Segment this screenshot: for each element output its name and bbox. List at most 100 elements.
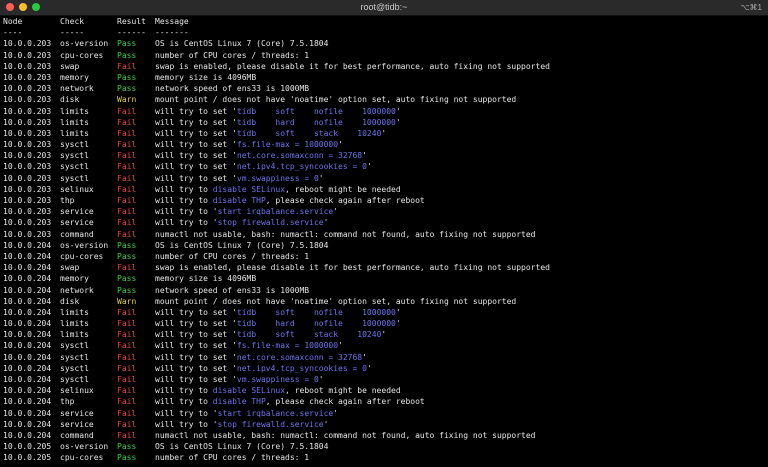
result-cell: Pass [117,274,137,284]
separator-message: ------- [155,28,189,38]
message-highlight: tidb soft stack 10240 [236,128,382,138]
tab-shortcut: ⌥⌘1 [740,3,762,12]
message-cell: memory size is 4096MB [155,273,768,284]
table-header: Node Check Result Message [3,16,768,27]
message-cell: OS is CentOS Linux 7 (Core) 7.5.1804 [155,38,768,49]
table-row: 10.0.0.204 swap Fail swap is enabled, pleas… [3,262,768,273]
separator-result: ------ [117,28,146,38]
result-cell: Fail [117,229,137,239]
message-cell: will try to set 'net.core.somaxconn = 32… [155,352,768,363]
check-cell: sysctl [60,341,89,351]
check-cell: memory [60,72,89,82]
table-row: 10.0.0.204 memory Pass memory size is 4096M… [3,273,768,284]
table-row: 10.0.0.204 command Fail numactl not usable,… [3,430,768,441]
result-cell: Pass [117,240,137,250]
node-cell: 10.0.0.203 [3,162,52,172]
message-text: mount point / does not have 'noatime' op… [155,95,517,105]
message-cell: will try to set 'fs.file-max = 1000000' [155,340,768,351]
message-text: swap is enabled, please disable it for b… [155,61,550,71]
table-row: 10.0.0.203 swap Fail swap is enabled, pleas… [3,61,768,72]
message-cell: numactl not usable, bash: numactl: comma… [155,430,768,441]
message-text: number of CPU cores / threads: 1 [155,453,310,463]
message-cell: will try to set 'net.ipv4.tcp_syncookies… [155,363,768,374]
table-separator: ---- ----- ------ ------- [3,27,768,38]
message-text: numactl not usable, bash: numactl: comma… [155,229,536,239]
node-cell: 10.0.0.203 [3,72,52,82]
header-result: Result [117,17,146,26]
check-cell: os-version [60,442,109,452]
node-cell: 10.0.0.203 [3,106,52,116]
check-cell: sysctl [60,162,89,172]
message-cell: will try to disable SELinux, reboot migh… [155,184,768,195]
terminal-window: root@tidb:~ ⌥⌘1 Node Check Result Messag… [0,0,768,467]
result-cell: Fail [117,61,137,71]
table-row: 10.0.0.204 sysctl Fail will try to set 'fs.… [3,340,768,351]
result-cell: Fail [117,330,137,340]
message-highlight: fs.file-max = 1000000 [236,140,339,150]
message-cell: will try to 'stop firewalld.service' [155,419,768,430]
table-row: 10.0.0.204 disk Warn mount point / does not… [3,296,768,307]
node-cell: 10.0.0.203 [3,61,52,71]
result-cell: Fail [117,307,137,317]
table-row: 10.0.0.204 network Pass network speed of en… [3,285,768,296]
message-highlight: vm.swappiness = 0 [236,173,319,183]
result-cell: Fail [117,128,137,138]
message-text: will try to set ' [155,173,237,183]
table-row: 10.0.0.204 limits Fail will try to set 'tid… [3,329,768,340]
message-cell: will try to 'start irqbalance.service' [155,206,768,217]
result-cell: Fail [117,397,137,407]
result-cell: Fail [117,341,137,351]
header-node: Node [3,17,23,26]
result-cell: Fail [117,419,137,429]
terminal-output[interactable]: Node Check Result Message ---- ----- ---… [3,16,768,467]
table-row: 10.0.0.204 sysctl Fail will try to set 'vm.… [3,374,768,385]
message-cell: mount point / does not have 'noatime' op… [155,94,768,105]
node-cell: 10.0.0.203 [3,229,52,239]
message-highlight: tidb soft nofile 1000000 [236,106,396,116]
result-cell: Warn [117,296,137,306]
window-title: root@tidb:~ [360,2,408,12]
message-text: number of CPU cores / threads: 1 [155,50,310,60]
result-cell: Fail [117,207,137,217]
table-row: 10.0.0.203 service Fail will try to 'start … [3,206,768,217]
message-text: ' [366,363,372,373]
message-text: will try to [155,196,213,205]
check-cell: disk [60,296,80,306]
node-cell: 10.0.0.203 [3,84,52,94]
message-text: will try to set ' [155,117,237,127]
result-cell: Fail [117,218,137,228]
message-cell: will try to set 'tidb soft stack 10240' [155,329,768,340]
message-text: ' [338,341,343,351]
node-cell: 10.0.0.204 [3,263,52,273]
result-cell: Pass [117,453,137,463]
message-text: ' [362,151,367,161]
table-row: 10.0.0.205 cpu-cores Pass number of CPU cor… [3,452,768,463]
message-text: will try to [155,397,213,407]
message-cell: will try to set 'net.core.somaxconn = 32… [155,150,768,161]
node-cell: 10.0.0.203 [3,117,52,127]
node-cell: 10.0.0.204 [3,419,52,429]
message-highlight: tidb hard nofile 1000000 [236,117,396,127]
message-highlight: net.core.somaxconn = 32768 [236,151,363,161]
result-cell: Warn [117,95,137,105]
message-cell: will try to set 'vm.swappiness = 0' [155,374,768,385]
message-text: will try to set ' [155,106,237,116]
result-cell: Fail [117,263,137,273]
header-check: Check [60,17,85,26]
check-cell: limits [60,330,89,340]
node-cell: 10.0.0.205 [3,453,52,463]
message-highlight: disable SELinux [212,386,286,396]
table-row: 10.0.0.204 sysctl Fail will try to set 'net… [3,352,768,363]
check-cell: network [60,285,94,295]
message-text: will try to ' [155,419,218,429]
check-cell: command [60,430,94,440]
node-cell: 10.0.0.204 [3,363,52,373]
table-row: 10.0.0.204 thp Fail will try to disable THP… [3,396,768,407]
message-cell: will try to set 'tidb soft nofile 100000… [155,307,768,318]
message-text: will try to set ' [155,341,237,351]
message-text: ' [323,218,329,228]
table-row: 10.0.0.205 os-version Pass OS is CentOS Lin… [3,441,768,452]
message-text: memory size is 4096MB [155,72,257,82]
check-cell: thp [60,397,75,407]
node-cell: 10.0.0.203 [3,173,52,183]
